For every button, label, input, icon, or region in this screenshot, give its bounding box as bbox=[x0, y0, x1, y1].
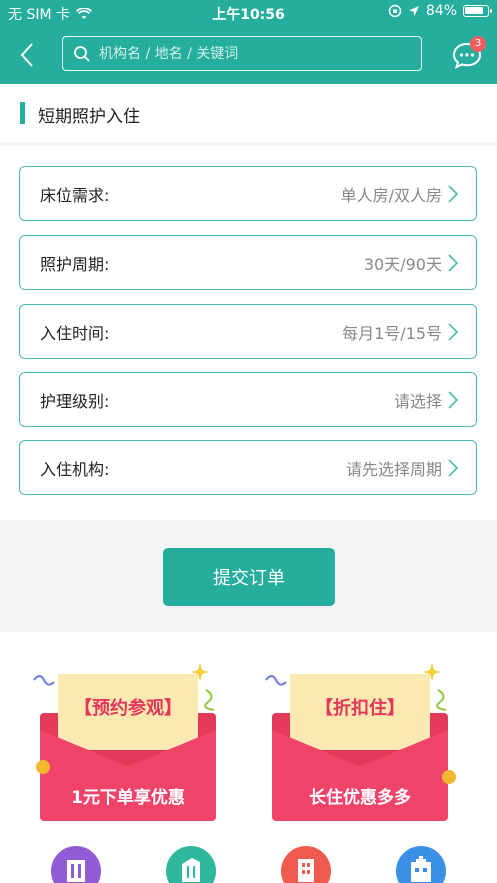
form-row-value: 请选择 bbox=[393, 391, 442, 411]
search-box[interactable] bbox=[62, 36, 422, 71]
form-row-checkin-time[interactable]: 入住时间: 每月1号/15号 bbox=[19, 304, 477, 359]
message-button[interactable]: 3 bbox=[450, 36, 486, 74]
form-row-value: 30天/90天 bbox=[363, 254, 442, 274]
form-row-value: 单人房/双人房 bbox=[340, 185, 442, 205]
promo-caption: 1元下单享优惠 bbox=[71, 788, 185, 808]
section-header: 短期照护入住 bbox=[0, 84, 497, 142]
message-badge: 3 bbox=[470, 36, 486, 52]
form-row-bed[interactable]: 床位需求: 单人房/双人房 bbox=[19, 166, 477, 221]
ribbon-icon bbox=[265, 675, 287, 686]
nav-bar: 3 bbox=[0, 26, 497, 84]
ribbon-icon bbox=[204, 689, 215, 711]
chevron-right-icon bbox=[448, 459, 458, 477]
section-accent-bar bbox=[20, 102, 25, 124]
office-icon[interactable] bbox=[281, 846, 331, 883]
form-row-value: 请先选择周期 bbox=[345, 459, 442, 479]
promo-card-visit[interactable]: 【预约参观】 1元下单享优惠 bbox=[30, 648, 226, 823]
promo-paper: 【折扣住】 bbox=[290, 674, 430, 750]
ribbon-icon bbox=[436, 689, 447, 711]
chevron-right-icon bbox=[448, 323, 458, 341]
form-row-value: 每月1号/15号 bbox=[342, 323, 442, 343]
search-input[interactable] bbox=[99, 45, 399, 62]
form-row-care-level[interactable]: 护理级别: 请选择 bbox=[19, 372, 477, 427]
booking-form: 床位需求: 单人房/双人房 照护周期: 30天/90天 入住时间: 每月1号/1… bbox=[0, 146, 497, 520]
submit-area: 提交订单 bbox=[0, 520, 497, 632]
form-row-label: 床位需求: bbox=[40, 185, 110, 205]
form-row-institution[interactable]: 入住机构: 请先选择周期 bbox=[19, 440, 477, 495]
form-row-label: 护理级别: bbox=[40, 391, 110, 411]
promo-banner: 【折扣住】 bbox=[315, 698, 405, 719]
location-icon bbox=[408, 6, 419, 16]
category-icons bbox=[0, 838, 497, 883]
building-icon[interactable] bbox=[51, 846, 101, 883]
status-right: 84% bbox=[388, 3, 492, 19]
back-icon[interactable] bbox=[14, 38, 42, 72]
rotation-lock-icon bbox=[388, 4, 402, 18]
form-row-label: 照护周期: bbox=[40, 254, 110, 274]
submit-order-button[interactable]: 提交订单 bbox=[163, 548, 335, 606]
app-header: 无 SIM 卡 上午10:56 84% 机构名 / 地名 / 关键词 3 bbox=[0, 0, 497, 84]
battery-icon bbox=[463, 5, 492, 17]
coin-icon bbox=[36, 760, 50, 774]
status-bar: 无 SIM 卡 上午10:56 84% bbox=[0, 0, 497, 26]
form-row-label: 入住时间: bbox=[40, 323, 110, 343]
form-row-period[interactable]: 照护周期: 30天/90天 bbox=[19, 235, 477, 290]
ribbon-icon bbox=[33, 675, 55, 686]
search-icon bbox=[74, 45, 90, 62]
battery-percent: 84% bbox=[425, 3, 457, 19]
tower-icon[interactable] bbox=[166, 846, 216, 883]
promo-paper: 【预约参观】 bbox=[58, 674, 198, 750]
promo-caption: 长住优惠多多 bbox=[309, 788, 411, 808]
promo-card-discount[interactable]: 【折扣住】 长住优惠多多 bbox=[262, 648, 458, 823]
hospital-icon[interactable] bbox=[396, 846, 446, 883]
star-icon bbox=[423, 663, 441, 681]
section-title: 短期照护入住 bbox=[38, 107, 140, 127]
chevron-right-icon bbox=[448, 254, 458, 272]
coin-icon bbox=[442, 770, 456, 784]
promo-banner: 【预约参观】 bbox=[74, 698, 182, 719]
chevron-right-icon bbox=[448, 391, 458, 409]
promo-section: 【预约参观】 1元下单享优惠 【折扣住】 长住优惠多多 bbox=[0, 632, 497, 883]
chevron-right-icon bbox=[448, 185, 458, 203]
form-row-label: 入住机构: bbox=[40, 459, 110, 479]
star-icon bbox=[191, 663, 209, 681]
